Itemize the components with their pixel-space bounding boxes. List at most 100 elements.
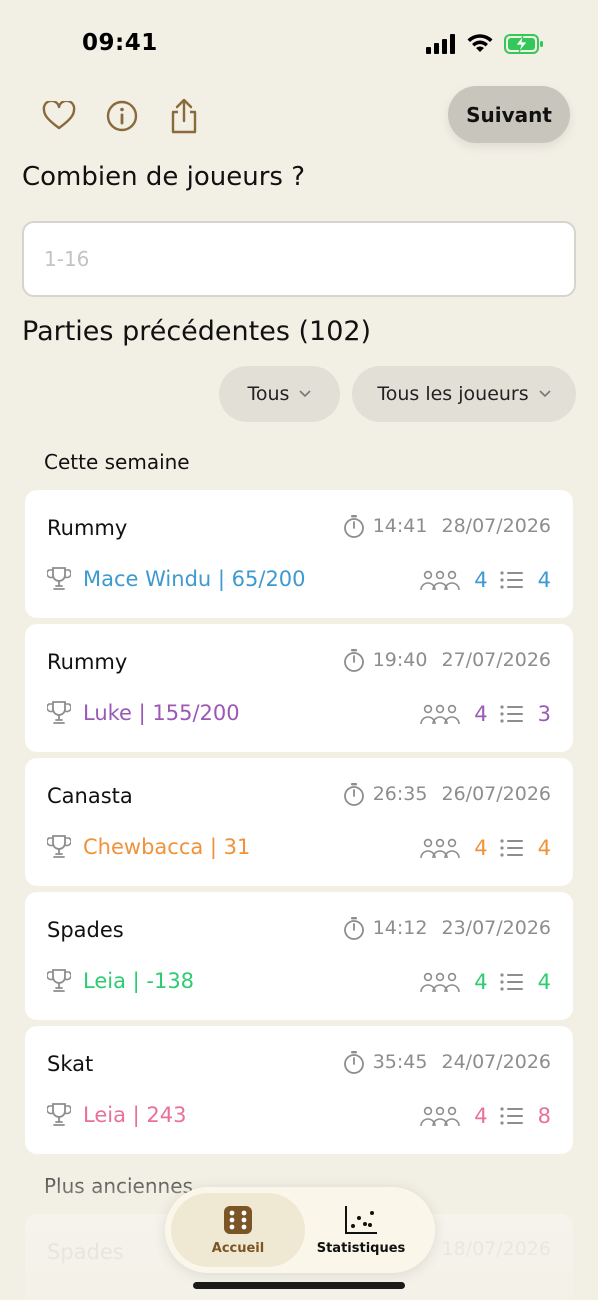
- game-name: Rummy: [47, 650, 128, 674]
- player-count: 4: [474, 970, 488, 994]
- tab-bar: Accueil Statistiques: [165, 1187, 435, 1273]
- stopwatch-icon: [343, 917, 364, 940]
- game-stats: 44: [420, 836, 551, 860]
- stopwatch-icon: [343, 515, 364, 538]
- game-date: 27/07/2026: [441, 649, 551, 671]
- game-date: 23/07/2026: [441, 917, 551, 939]
- game-date: 24/07/2026: [441, 1051, 551, 1073]
- game-meta: 19:40 27/07/2026: [343, 648, 551, 672]
- game-name: Spades: [47, 918, 124, 942]
- game-meta: 14:41 28/07/2026: [343, 514, 551, 538]
- tab-home[interactable]: Accueil: [171, 1193, 305, 1267]
- scatter-chart-icon: [345, 1205, 377, 1234]
- game-card[interactable]: Spades 14:12 23/07/2026 Leia | -138 4 4: [25, 892, 573, 1020]
- round-count: 4: [537, 836, 551, 860]
- game-winner: Leia | -138: [47, 968, 194, 994]
- winner-score: Luke | 155/200: [83, 701, 240, 725]
- game-card[interactable]: Rummy 14:41 28/07/2026 Mace Windu | 65/200 4…: [25, 490, 573, 618]
- status-bar: 09:41: [0, 0, 598, 90]
- rounds-list-icon: [500, 839, 523, 857]
- home-indicator: [193, 1282, 405, 1289]
- battery-charging-icon: [504, 33, 543, 54]
- game-date: 28/07/2026: [441, 515, 551, 537]
- game-stats: 43: [420, 702, 551, 726]
- winner-score: Mace Windu | 65/200: [83, 567, 306, 591]
- info-icon[interactable]: [104, 98, 140, 134]
- game-type-filter[interactable]: Tous: [219, 366, 340, 422]
- trophy-icon: [47, 969, 71, 992]
- player-count: 4: [474, 702, 488, 726]
- dice-icon: [224, 1205, 252, 1234]
- tab-statistics-label: Statistiques: [316, 1240, 406, 1256]
- player-count: 4: [474, 1104, 488, 1128]
- rounds-list-icon: [500, 973, 523, 991]
- status-time: 09:41: [82, 30, 158, 56]
- tab-home-label: Accueil: [211, 1240, 265, 1256]
- game-stats: 44: [420, 568, 551, 592]
- game-duration: 35:45: [372, 1051, 428, 1073]
- game-winner: Chewbacca | 31: [47, 834, 250, 860]
- stopwatch-icon: [343, 649, 364, 672]
- game-date: 26/07/2026: [441, 783, 551, 805]
- cellular-signal-icon: [426, 33, 455, 54]
- players-group-icon: [420, 704, 461, 725]
- players-group-icon: [420, 1106, 461, 1127]
- game-name: Spades: [47, 1240, 124, 1264]
- wifi-icon: [467, 34, 493, 52]
- round-count: 8: [537, 1104, 551, 1128]
- game-duration: 14:12: [372, 917, 428, 939]
- trophy-icon: [47, 835, 71, 858]
- winner-score: Leia | 243: [83, 1103, 187, 1127]
- game-winner: Mace Windu | 65/200: [47, 566, 306, 592]
- chevron-down-icon: [299, 390, 312, 398]
- game-name: Canasta: [47, 784, 133, 808]
- player-count: 4: [474, 568, 488, 592]
- share-icon[interactable]: [166, 98, 202, 134]
- players-group-icon: [420, 838, 461, 859]
- game-card[interactable]: Rummy 19:40 27/07/2026 Luke | 155/200 4 3: [25, 624, 573, 752]
- game-name: Skat: [47, 1052, 94, 1076]
- round-count: 4: [537, 568, 551, 592]
- players-group-icon: [420, 570, 461, 591]
- players-filter[interactable]: Tous les joueurs: [352, 366, 576, 422]
- tab-statistics[interactable]: Statistiques: [293, 1193, 429, 1267]
- favorite-heart-icon[interactable]: [41, 98, 77, 134]
- trophy-icon: [47, 567, 71, 590]
- game-duration: 26:35: [372, 783, 428, 805]
- game-duration: 19:40: [372, 649, 428, 671]
- game-duration: 14:41: [372, 515, 428, 537]
- game-stats: 48: [420, 1104, 551, 1128]
- game-meta: 14:12 23/07/2026: [343, 916, 551, 940]
- game-winner: Leia | 243: [47, 1102, 186, 1128]
- status-icons: [426, 33, 544, 54]
- game-card[interactable]: Canasta 26:35 26/07/2026 Chewbacca | 31 4 4: [25, 758, 573, 886]
- trophy-icon: [47, 701, 71, 724]
- winner-score: Chewbacca | 31: [83, 835, 251, 859]
- game-name: Rummy: [47, 516, 128, 540]
- rounds-list-icon: [500, 1107, 523, 1125]
- game-date: 18/07/2026: [441, 1238, 551, 1260]
- game-meta: 35:45 24/07/2026: [343, 1050, 551, 1074]
- round-count: 3: [537, 702, 551, 726]
- players-filter-label: Tous les joueurs: [377, 383, 529, 405]
- winner-score: Leia | -138: [83, 969, 195, 993]
- rounds-list-icon: [500, 571, 523, 589]
- game-card[interactable]: Skat 35:45 24/07/2026 Leia | 243 4 8: [25, 1026, 573, 1154]
- group-label-older: Plus anciennes: [44, 1174, 193, 1198]
- game-type-filter-label: Tous: [247, 383, 290, 405]
- game-winner: Luke | 155/200: [47, 700, 240, 726]
- players-question: Combien de joueurs ?: [22, 162, 306, 192]
- round-count: 4: [537, 970, 551, 994]
- rounds-list-icon: [500, 705, 523, 723]
- player-count-input[interactable]: [22, 221, 576, 297]
- history-title: Parties précédentes (102): [22, 316, 372, 347]
- toolbar: Suivant: [0, 86, 598, 146]
- trophy-icon: [47, 1103, 71, 1126]
- game-meta: 26:35 26/07/2026: [343, 782, 551, 806]
- stopwatch-icon: [343, 1051, 364, 1074]
- chevron-down-icon: [539, 390, 551, 398]
- stopwatch-icon: [343, 783, 364, 806]
- player-count: 4: [474, 836, 488, 860]
- group-label-this-week: Cette semaine: [44, 450, 190, 474]
- next-button[interactable]: Suivant: [448, 86, 570, 143]
